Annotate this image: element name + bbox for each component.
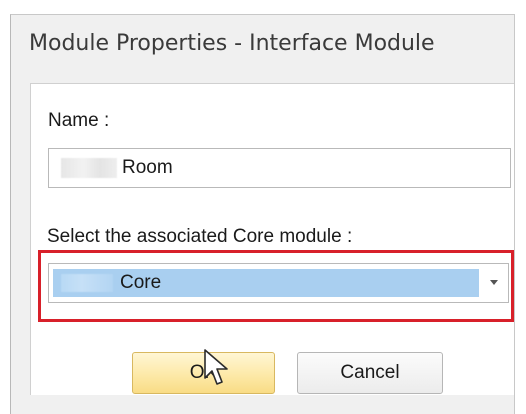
name-input-value: Room xyxy=(122,157,173,178)
redacted-text xyxy=(61,274,113,292)
redacted-text xyxy=(61,158,117,178)
selected-option: Core xyxy=(53,269,479,297)
dialog-title: Module Properties - Interface Module xyxy=(29,31,435,56)
name-label: Name : xyxy=(48,110,110,131)
cancel-button[interactable]: Cancel xyxy=(297,352,443,394)
core-module-label: Select the associated Core module : xyxy=(47,226,353,247)
module-properties-dialog: Module Properties - Interface Module Nam… xyxy=(10,14,515,414)
name-input[interactable]: Room xyxy=(48,148,511,188)
chevron-down-icon[interactable] xyxy=(490,280,498,285)
core-module-select[interactable]: Core xyxy=(48,263,509,303)
properties-panel: Name : Room Select the associated Core m… xyxy=(30,83,514,395)
core-module-value: Core xyxy=(120,272,162,293)
cancel-button-label: Cancel xyxy=(340,362,400,383)
mouse-pointer-icon xyxy=(204,349,228,385)
